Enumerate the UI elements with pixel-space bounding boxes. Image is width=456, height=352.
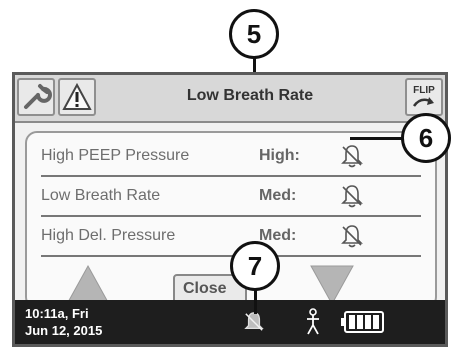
flip-label: FLIP bbox=[413, 85, 435, 96]
status-time: 10:11a, Fri bbox=[25, 306, 89, 321]
alarm-priority: Med: bbox=[259, 187, 297, 204]
alarm-silenced-bell-icon[interactable] bbox=[341, 143, 363, 169]
battery-icon bbox=[341, 311, 384, 333]
callout-5: 5 bbox=[229, 9, 279, 59]
screen-title: Low Breath Rate bbox=[186, 87, 314, 104]
alarm-name: Low Breath Rate bbox=[41, 187, 161, 204]
top-bar: Low Breath Rate FLIP bbox=[15, 75, 445, 123]
flip-icon: FLIP bbox=[412, 85, 435, 107]
alarm-row[interactable]: Low Breath Rate Med: bbox=[41, 177, 421, 217]
alarm-name: High Del. Pressure bbox=[41, 227, 176, 244]
alarm-row[interactable]: High Del. Pressure Med: bbox=[41, 217, 421, 257]
status-bar: 10:11a, Fri Jun 12, 2015 bbox=[15, 300, 445, 344]
warning-icon bbox=[62, 82, 92, 110]
alarm-silenced-bell-icon[interactable] bbox=[341, 183, 363, 209]
alarm-priority: High: bbox=[259, 147, 300, 164]
callout-7: 7 bbox=[230, 241, 280, 291]
wrench-icon bbox=[24, 84, 52, 109]
settings-button[interactable] bbox=[17, 78, 55, 116]
status-date: Jun 12, 2015 bbox=[25, 323, 103, 338]
alarm-log-button[interactable] bbox=[58, 78, 96, 116]
person-icon bbox=[307, 308, 319, 335]
callout-7-leader bbox=[254, 290, 257, 314]
alarm-name: High PEEP Pressure bbox=[41, 147, 190, 164]
callout-6: 6 bbox=[401, 113, 451, 163]
device-screen: Low Breath Rate FLIP High PEEP Pressure … bbox=[12, 72, 448, 347]
callout-6-leader bbox=[350, 137, 406, 140]
alarm-silenced-bell-icon[interactable] bbox=[341, 223, 363, 249]
alarm-row[interactable]: High PEEP Pressure High: bbox=[41, 137, 421, 177]
flip-button[interactable]: FLIP bbox=[405, 78, 443, 116]
